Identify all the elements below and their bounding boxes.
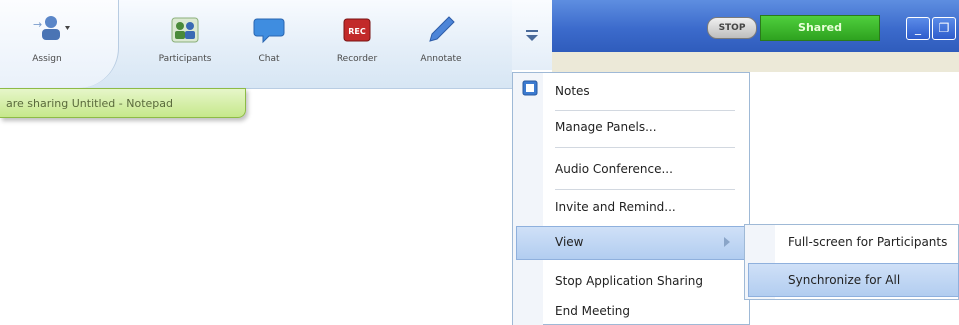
participants-label: Participants — [158, 54, 212, 64]
menu-item-manage-panels[interactable]: Manage Panels... — [555, 120, 657, 134]
recorder-label: Recorder — [336, 54, 378, 64]
submenu-item-fullscreen[interactable]: Full-screen for Participants — [788, 235, 947, 249]
notes-icon — [522, 80, 538, 96]
status-bar-lower — [552, 52, 959, 72]
record-icon: REC — [341, 14, 373, 46]
chat-bubble-icon — [253, 14, 285, 46]
menu-item-stop-sharing[interactable]: Stop Application Sharing — [555, 274, 703, 288]
annotate-button[interactable]: Annotate — [406, 14, 476, 64]
menu-item-notes[interactable]: Notes — [555, 84, 590, 98]
assign-button[interactable]: → Assign — [12, 14, 82, 64]
submenu-item-synchronize[interactable]: Synchronize for All — [788, 273, 900, 287]
menu-arrow-icon — [526, 30, 538, 41]
menu-item-invite-remind[interactable]: Invite and Remind... — [555, 200, 676, 214]
assign-icon: → — [31, 14, 70, 46]
pen-icon — [425, 14, 457, 46]
shared-status-badge: Shared — [760, 15, 880, 41]
assign-label: Assign — [32, 54, 62, 64]
annotate-label: Annotate — [420, 54, 462, 64]
menu-separator — [555, 189, 735, 190]
chat-label: Chat — [258, 54, 280, 64]
menu-icon-gutter — [513, 73, 543, 325]
menu-separator — [555, 147, 735, 148]
menu-item-view[interactable]: View — [555, 235, 583, 249]
more-options-button[interactable] — [512, 0, 553, 70]
recorder-button[interactable]: REC Recorder — [322, 14, 392, 64]
restore-button[interactable]: ❐ — [932, 17, 956, 40]
menu-item-audio-conference[interactable]: Audio Conference... — [555, 162, 673, 176]
participants-button[interactable]: Participants — [150, 14, 220, 64]
svg-text:REC: REC — [348, 27, 366, 36]
menu-item-view-highlight[interactable] — [516, 226, 746, 260]
sharing-notice: are sharing Untitled - Notepad — [0, 88, 246, 118]
submenu-arrow-icon — [724, 237, 730, 247]
participants-icon — [169, 14, 201, 46]
stop-sharing-button[interactable]: STOP — [707, 17, 757, 39]
chat-button[interactable]: Chat — [234, 14, 304, 64]
menu-item-end-meeting[interactable]: End Meeting — [555, 304, 630, 318]
menu-separator — [555, 110, 735, 111]
minimize-button[interactable]: _ — [906, 17, 930, 40]
svg-text:→: → — [33, 18, 42, 31]
